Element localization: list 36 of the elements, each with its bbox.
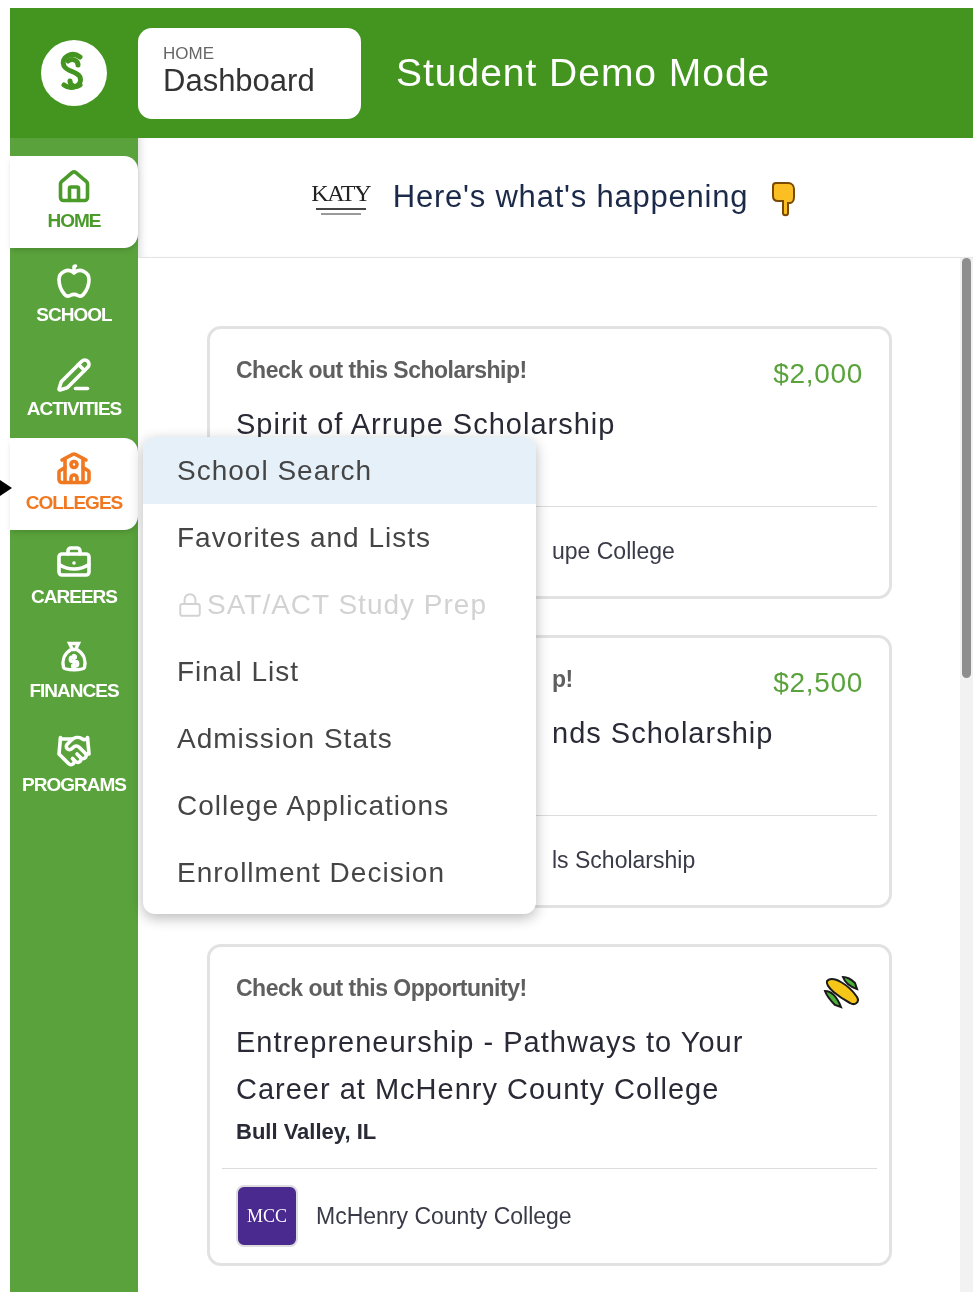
- card-title: nds Scholarship: [552, 716, 774, 751]
- card-footer-text: McHenry County College: [316, 1201, 572, 1231]
- award-amount: $2,500: [773, 666, 863, 700]
- card-eyebrow: Check out this Opportunity!: [236, 974, 527, 1003]
- nav-item[interactable]: SCHOOL: [10, 250, 138, 342]
- menu-item[interactable]: College Applications: [143, 772, 536, 839]
- menu-item[interactable]: Admission Stats: [143, 705, 536, 772]
- feed-heading: Here's what's happening: [392, 178, 749, 217]
- breadcrumb-section: HOME: [163, 45, 336, 63]
- nav-item[interactable]: CAREERS: [10, 532, 138, 624]
- card-eyebrow: p!: [552, 665, 573, 694]
- menu-item[interactable]: Favorites and Lists: [143, 504, 536, 571]
- card-location: Bull Valley, IL: [236, 1118, 378, 1146]
- card-footer-text: upe College: [552, 537, 675, 567]
- menu-item[interactable]: Enrollment Decision: [143, 839, 536, 906]
- mode-title: Student Demo Mode: [396, 49, 771, 96]
- home-icon: [56, 168, 92, 205]
- school-building-icon: [56, 450, 92, 487]
- card-eyebrow: Check out this Scholarship!: [236, 356, 527, 385]
- award-amount: $2,000: [773, 357, 863, 391]
- nav-item[interactable]: HOME: [10, 156, 138, 248]
- card-footer-text: ls Scholarship: [552, 846, 696, 876]
- menu-item[interactable]: Final List: [143, 638, 536, 705]
- menu-item[interactable]: School Search: [143, 437, 536, 504]
- college-logo: MCC: [236, 1185, 298, 1247]
- page-title: Dashboard: [163, 62, 316, 101]
- pointer-arrow-icon: [0, 480, 12, 496]
- lock-icon: [177, 591, 203, 618]
- app-logo-icon: [40, 39, 108, 107]
- district-logo: KATY: [310, 180, 371, 215]
- nav-item[interactable]: ACTIVITIES: [10, 344, 138, 436]
- card-title: Entrepreneurship - Pathways to Your Career at McHenry County College: [236, 1025, 745, 1107]
- nav-item[interactable]: FINANCES: [10, 626, 138, 718]
- nav-item[interactable]: PROGRAMS: [10, 720, 138, 812]
- apple-icon: [56, 262, 92, 299]
- nav-item[interactable]: COLLEGES: [10, 438, 138, 530]
